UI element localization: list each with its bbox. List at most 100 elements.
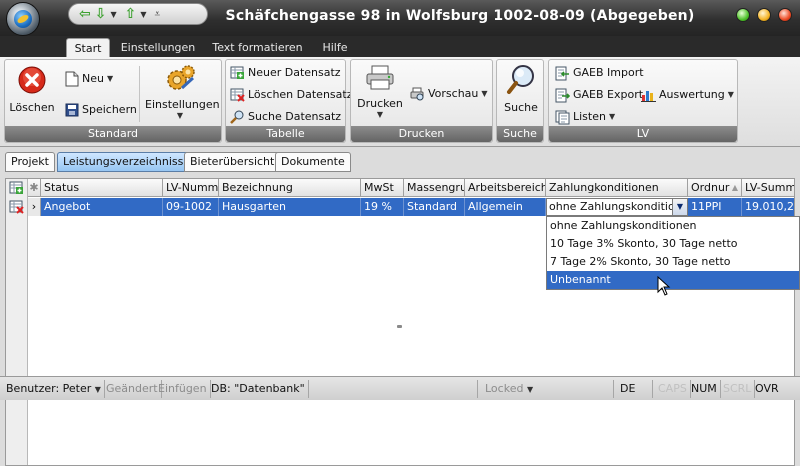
column-header-ordnung[interactable]: Ordnur ▲ bbox=[688, 179, 742, 197]
group-standard: Löschen Neu ▼ Speichern Einstellungen ▼ … bbox=[4, 59, 222, 143]
status-scrl: SCRL bbox=[720, 380, 756, 398]
chevron-down-icon: ▼ bbox=[526, 385, 534, 394]
ribbon-tab-strip: Start Einstellungen Text formatieren Hil… bbox=[0, 36, 800, 57]
chevron-down-icon[interactable]: ▼ bbox=[110, 10, 116, 19]
suche-datensatz-label: Suche Datensatz bbox=[248, 110, 342, 123]
chevron-down-icon[interactable]: ▼ bbox=[140, 10, 146, 19]
suche-datensatz-button[interactable]: Suche Datensatz bbox=[230, 107, 341, 127]
status-caps: CAPS bbox=[655, 380, 691, 398]
vorschau-button[interactable]: Vorschau ▼ bbox=[409, 84, 488, 104]
application-menu-button[interactable] bbox=[6, 2, 40, 36]
new-document-icon bbox=[65, 71, 79, 87]
mouse-cursor-icon bbox=[657, 276, 671, 296]
column-header-mwst[interactable]: MwSt bbox=[361, 179, 404, 197]
speichern-button[interactable]: Speichern bbox=[65, 100, 137, 120]
auswertung-label: Auswertung bbox=[659, 88, 725, 101]
close-button[interactable] bbox=[778, 8, 792, 22]
table-add-icon bbox=[230, 66, 244, 79]
tab-text-formatieren[interactable]: Text formatieren bbox=[210, 38, 305, 57]
neuer-datensatz-button[interactable]: Neuer Datensatz bbox=[230, 63, 341, 83]
neu-label: Neu bbox=[82, 72, 104, 85]
delete-row-icon[interactable] bbox=[9, 200, 24, 214]
loeschen-datensatz-button[interactable]: Löschen Datensatz bbox=[230, 85, 352, 105]
dropdown-option[interactable]: 10 Tage 3% Skonto, 30 Tage netto bbox=[547, 235, 799, 253]
column-header-status[interactable]: Status bbox=[41, 179, 163, 197]
group-label-lv: LV bbox=[549, 126, 737, 142]
chevron-down-icon: ▼ bbox=[608, 112, 616, 121]
group-tabelle: Neuer Datensatz Löschen Datensatz Suche … bbox=[225, 59, 352, 143]
cell-massengruppe[interactable]: Standard bbox=[404, 198, 465, 216]
speichern-label: Speichern bbox=[82, 103, 137, 116]
neu-button[interactable]: Neu ▼ bbox=[65, 69, 113, 89]
tab-bieteruebersicht[interactable]: Bieterübersicht bbox=[184, 152, 281, 172]
add-row-icon[interactable] bbox=[9, 181, 24, 195]
cell-lv-summe[interactable]: 19.010,2 bbox=[742, 198, 794, 216]
drucken-label: Drucken bbox=[357, 97, 403, 110]
tab-projekt[interactable]: Projekt bbox=[5, 152, 55, 172]
group-label-standard: Standard bbox=[5, 126, 221, 142]
grid-gutter bbox=[6, 179, 28, 465]
cell-status[interactable]: Angebot bbox=[41, 198, 163, 216]
status-user[interactable]: Benutzer: Peter ▼ bbox=[3, 380, 105, 398]
status-bar: Benutzer: Peter ▼ Geändert Einfügen DB: … bbox=[0, 376, 800, 400]
customize-toolbar-icon[interactable]: ⩡ bbox=[155, 9, 161, 20]
column-header-lv-summe[interactable]: LV-Summe bbox=[742, 179, 794, 197]
print-preview-icon bbox=[410, 87, 424, 100]
status-ovr: OVR bbox=[755, 382, 779, 395]
gaeb-import-button[interactable]: GAEB Import bbox=[555, 63, 644, 83]
tab-leistungsverzeichnisse[interactable]: Leistungsverzeichnisse bbox=[57, 152, 197, 172]
column-header-massengruppe[interactable]: Massengrup bbox=[404, 179, 465, 197]
status-locked-label: Locked bbox=[485, 382, 524, 395]
app-logo-icon bbox=[14, 10, 32, 28]
loeschen-button[interactable]: Löschen bbox=[9, 66, 55, 114]
zahlungskonditionen-dropdown: ohne Zahlungskonditionen 10 Tage 3% Skon… bbox=[546, 216, 800, 290]
cell-arbeitsbereich[interactable]: Allgemein bbox=[465, 198, 546, 216]
ribbon: Löschen Neu ▼ Speichern Einstellungen ▼ … bbox=[0, 57, 800, 147]
tab-hilfe[interactable]: Hilfe bbox=[316, 38, 354, 57]
export-icon bbox=[555, 88, 570, 102]
status-user-label: Benutzer: Peter bbox=[6, 382, 92, 395]
column-header-bezeichnung[interactable]: Bezeichnung bbox=[219, 179, 361, 197]
einstellungen-button[interactable]: Einstellungen ▼ bbox=[145, 64, 220, 120]
status-locked[interactable]: Locked ▼ bbox=[482, 380, 614, 398]
status-language: DE bbox=[617, 380, 653, 398]
column-header-ordnung-label: Ordnur bbox=[691, 181, 730, 194]
down-arrow-icon[interactable]: ⇩ bbox=[95, 4, 107, 24]
header-row-selector: ✱ bbox=[28, 179, 41, 197]
auswertung-button[interactable]: Auswertung ▼ bbox=[641, 85, 734, 105]
tab-dokumente[interactable]: Dokumente bbox=[275, 152, 351, 172]
chevron-down-icon: ▼ bbox=[176, 111, 184, 120]
gaeb-export-label: GAEB Export bbox=[573, 88, 644, 101]
tab-einstellungen[interactable]: Einstellungen bbox=[118, 38, 198, 57]
dropdown-option[interactable]: ohne Zahlungskonditionen bbox=[547, 217, 799, 235]
save-disk-icon bbox=[65, 103, 79, 117]
splitter-handle[interactable] bbox=[397, 325, 402, 328]
back-arrow-icon[interactable]: ⇦ bbox=[79, 4, 91, 24]
cell-lv-nummer[interactable]: 09-1002 bbox=[163, 198, 219, 216]
drucken-button[interactable]: Drucken ▼ bbox=[357, 64, 403, 119]
cell-ordnung[interactable]: 11PPI bbox=[688, 198, 742, 216]
import-icon bbox=[555, 66, 569, 80]
group-suche: Suche Suche bbox=[496, 59, 544, 143]
maximize-button[interactable] bbox=[757, 8, 771, 22]
up-arrow-icon[interactable]: ⇧ bbox=[125, 4, 137, 24]
suche-button[interactable]: Suche bbox=[499, 64, 543, 114]
tab-start[interactable]: Start bbox=[66, 38, 110, 57]
column-header-zahlungkonditionen[interactable]: Zahlungkonditionen bbox=[546, 179, 688, 197]
zahlungskonditionen-combo[interactable]: ohne Zahlungskonditionen ▼ bbox=[546, 198, 688, 216]
chevron-down-icon: ▼ bbox=[727, 90, 734, 99]
cell-bezeichnung[interactable]: Hausgarten bbox=[219, 198, 361, 216]
combo-dropdown-arrow-icon[interactable]: ▼ bbox=[672, 199, 687, 215]
dropdown-option-selected[interactable]: Unbenannt bbox=[547, 271, 799, 289]
listen-button[interactable]: Listen ▼ bbox=[555, 107, 615, 127]
column-header-lv-nummer[interactable]: LV-Nummer bbox=[163, 179, 219, 197]
loeschen-datensatz-label: Löschen Datensatz bbox=[248, 88, 353, 101]
group-drucken: Drucken ▼ Vorschau ▼ Drucken bbox=[350, 59, 493, 143]
dropdown-option[interactable]: 7 Tage 2% Skonto, 30 Tage netto bbox=[547, 253, 799, 271]
cell-mwst[interactable]: 19 % bbox=[361, 198, 404, 216]
gaeb-export-button[interactable]: GAEB Export bbox=[555, 85, 643, 105]
einstellungen-label: Einstellungen bbox=[145, 98, 220, 111]
minimize-button[interactable] bbox=[736, 8, 750, 22]
chevron-down-icon: ▼ bbox=[106, 74, 114, 83]
column-header-arbeitsbereich[interactable]: Arbeitsbereich bbox=[465, 179, 546, 197]
